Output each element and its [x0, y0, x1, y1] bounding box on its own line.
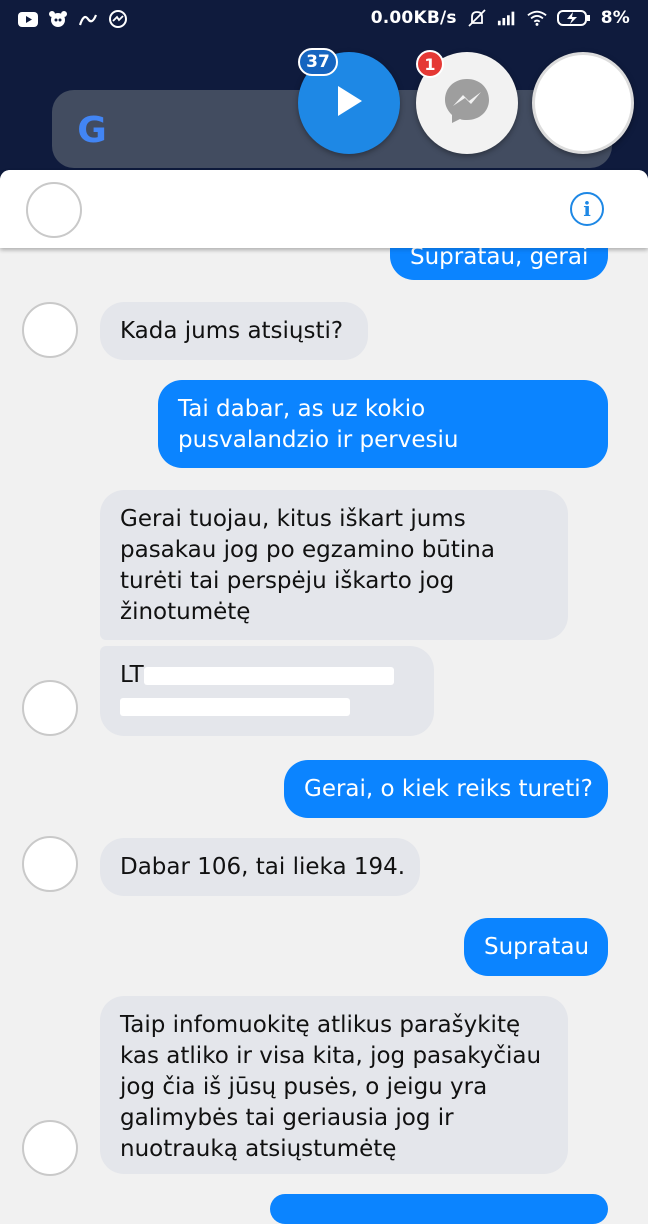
info-button-overlay[interactable]: i [570, 192, 604, 226]
account-prefix: LT [120, 662, 144, 688]
app-icon [78, 11, 98, 27]
message-text: Taip infomuokitę atlikus parašykitę [120, 1012, 521, 1038]
signal-icon [497, 10, 517, 26]
message-incoming[interactable]: Gerai tuojau, kitus iškart jums pasakau … [100, 490, 568, 640]
play-icon [334, 84, 364, 122]
sender-avatar[interactable] [22, 836, 78, 892]
mute-icon [467, 9, 487, 27]
info-icon: i [583, 197, 591, 221]
notification-icon [48, 11, 68, 27]
message-text: jog čia iš jūsų pusės, o jeigu yra [120, 1074, 488, 1100]
message-text: LT [120, 660, 414, 691]
message-text: Gerai tuojau, kitus iškart jums [120, 506, 466, 532]
message-incoming[interactable]: Kada jums atsiųsti? [100, 302, 368, 360]
message-text [120, 691, 414, 722]
message-text: galimybės tai geriausia jog ir [120, 1105, 454, 1131]
network-speed: 0.00KB/s [370, 8, 457, 28]
youtube-icon [18, 11, 38, 27]
redacted-account-name [120, 697, 350, 716]
google-logo-icon: G [77, 109, 107, 151]
contact-avatar-overlay[interactable] [26, 182, 82, 238]
message-incoming[interactable]: Taip infomuokitę atlikus parašykitę kas … [100, 996, 568, 1174]
redacted-account-number [143, 666, 394, 685]
message-text: turėti tai perspėju iškarto jog [120, 568, 455, 594]
message-text: žinotumėtę [120, 599, 251, 625]
message-incoming[interactable]: Dabar 106, tai lieka 194. [100, 838, 420, 896]
status-bar-right: 0.00KB/s 8% [371, 6, 630, 30]
wifi-icon [527, 10, 547, 26]
messenger-unread-badge: 1 [416, 50, 444, 78]
play-unread-badge: 37 [298, 48, 338, 76]
message-text: Gerai, o kiek reiks tureti? [304, 776, 593, 802]
messenger-icon [440, 74, 494, 132]
battery-charging-icon [556, 10, 591, 26]
message-text: pusvalandzio ir pervesiu [178, 427, 459, 453]
sender-avatar[interactable] [22, 680, 78, 736]
sender-avatar[interactable] [22, 1120, 78, 1176]
message-text: Kada jums atsiųsti? [120, 318, 344, 344]
message-outgoing[interactable]: Supratau [464, 918, 608, 976]
message-outgoing[interactable]: Gerai, o kiek reiks tureti? [284, 760, 608, 818]
contact-chat-head-avatar[interactable] [532, 52, 634, 154]
message-text: nuotrauką atsiųstumėtę [120, 1136, 397, 1162]
sender-avatar[interactable] [22, 302, 78, 358]
message-text: pasakau jog po egzamino būtina [120, 537, 495, 563]
message-outgoing-partial[interactable] [270, 1194, 608, 1224]
message-incoming[interactable]: LT [100, 646, 434, 736]
status-bar-left [18, 8, 128, 30]
message-text: Dabar 106, tai lieka 194. [120, 854, 406, 880]
conversation-header-overlay [0, 170, 648, 248]
message-text: kas atliko ir visa kita, jog pasakyčiau [120, 1043, 542, 1069]
message-outgoing[interactable]: Tai dabar, as uz kokio pusvalandzio ir p… [158, 380, 608, 468]
message-text: Supratau [484, 934, 590, 960]
battery-percentage: 8% [600, 8, 630, 28]
messenger-icon [108, 10, 128, 28]
message-text: Tai dabar, as uz kokio [178, 396, 426, 422]
